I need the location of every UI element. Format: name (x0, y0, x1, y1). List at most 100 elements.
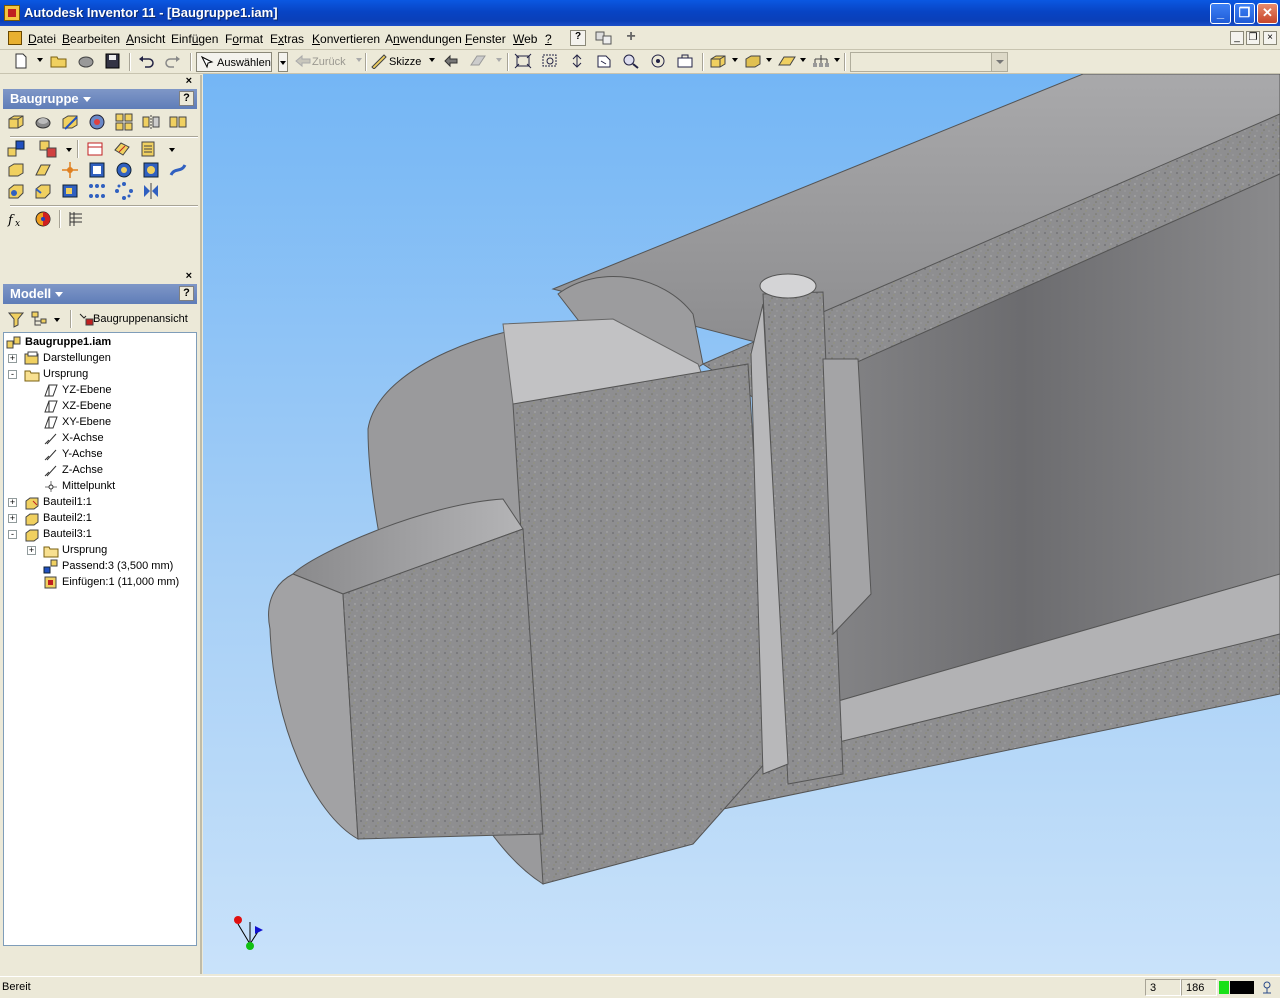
rectangular-pattern-icon[interactable] (88, 182, 106, 200)
bom-dropdown[interactable] (169, 148, 175, 152)
assembly-view-label[interactable]: Baugruppenansicht (93, 313, 188, 325)
constraint-dropdown[interactable] (66, 148, 72, 152)
bom-icon[interactable] (140, 140, 158, 158)
browser-view-icon[interactable] (30, 310, 48, 328)
menu-item[interactable]: Extras (270, 32, 304, 46)
section-dropdown[interactable] (834, 58, 840, 62)
model-panel-header[interactable]: Modell ? (3, 284, 197, 304)
zoom-selected-icon[interactable] (622, 53, 642, 71)
tree-node[interactable]: Passend:3 (3,500 mm) (4, 559, 194, 575)
bill-of-materials-icon[interactable] (67, 210, 85, 228)
menu-item[interactable]: Bearbeiten (62, 32, 120, 46)
move-component-icon[interactable] (86, 140, 104, 158)
help-icon[interactable]: ? (570, 30, 586, 46)
assembly-panel-caret[interactable] (83, 97, 91, 102)
tree-node[interactable]: + Ursprung (4, 543, 194, 559)
create-component-icon[interactable] (61, 113, 79, 131)
sketch-icon[interactable] (370, 53, 388, 71)
mirror-feature-icon[interactable] (142, 182, 160, 200)
model-help-button[interactable]: ? (179, 286, 194, 301)
expand-icon[interactable]: + (8, 354, 17, 363)
add-icon[interactable]: + (623, 29, 639, 46)
redo-icon[interactable] (164, 53, 184, 71)
color-style-icon[interactable] (34, 210, 52, 228)
tree-node[interactable]: XY-Ebene (4, 415, 194, 431)
copy-component-icon[interactable] (169, 113, 187, 131)
fillet-icon[interactable] (7, 182, 25, 200)
menu-item[interactable]: Web (513, 32, 537, 46)
expand-icon[interactable]: + (8, 514, 17, 523)
tree-node[interactable]: - Ursprung (4, 367, 194, 383)
inventor-app-icon[interactable] (4, 5, 20, 21)
tree-node[interactable]: YZ-Ebene (4, 383, 194, 399)
place-content-center-icon[interactable] (34, 113, 52, 131)
menu-item[interactable]: Anwendungen (385, 32, 462, 46)
menu-item[interactable]: ? (545, 32, 552, 46)
rotate-icon[interactable] (649, 53, 669, 71)
chamfer-feature-icon[interactable] (34, 182, 52, 200)
help-topics-icon[interactable] (595, 30, 613, 46)
assembly-help-button[interactable]: ? (179, 91, 194, 106)
shadow-icon[interactable] (778, 53, 798, 71)
tree-node[interactable]: - Bauteil3:1 (4, 527, 194, 543)
sketch-dropdown-arrow[interactable] (429, 58, 435, 62)
extrude-icon[interactable] (7, 161, 25, 179)
place-component-icon[interactable] (7, 113, 25, 131)
model-panel-caret[interactable] (55, 292, 63, 297)
mirror-component-icon[interactable] (142, 113, 160, 131)
menu-item[interactable]: Format (225, 32, 263, 46)
new-dropdown-arrow[interactable] (37, 58, 43, 62)
material-icon[interactable] (469, 53, 489, 71)
pattern-component-icon[interactable] (115, 113, 133, 131)
menu-item[interactable]: Datei (28, 32, 56, 46)
display-mode-dropdown[interactable] (732, 58, 738, 62)
mdi-close-button[interactable]: × (1263, 31, 1277, 45)
sketch-label[interactable]: Skizze (389, 56, 421, 68)
model-panel-close[interactable]: × (186, 270, 192, 282)
tree-node[interactable]: Baugruppe1.iam (4, 335, 194, 351)
mdi-minimize-button[interactable]: _ (1230, 31, 1244, 45)
filter-icon[interactable] (7, 310, 25, 328)
sweep-icon[interactable] (169, 161, 187, 179)
shadow-dropdown[interactable] (800, 58, 806, 62)
tree-node[interactable]: Mittelpunkt (4, 479, 194, 495)
design-accelerator-icon[interactable] (88, 113, 106, 131)
tree-node[interactable]: X-Achse (4, 431, 194, 447)
replace-component-icon[interactable] (7, 140, 25, 158)
pattern-feature-icon[interactable] (61, 182, 79, 200)
graphics-viewport[interactable] (203, 74, 1280, 974)
camera-icon[interactable] (744, 53, 764, 71)
undo-icon[interactable] (137, 53, 157, 71)
project-icon[interactable] (77, 53, 97, 71)
tree-node[interactable]: Z-Achse (4, 463, 194, 479)
look-at-icon[interactable] (676, 53, 696, 71)
tree-node[interactable]: + Bauteil2:1 (4, 511, 194, 527)
zoom-icon[interactable] (568, 53, 588, 71)
select-dropdown[interactable] (278, 52, 288, 72)
constraint-icon[interactable] (39, 140, 57, 158)
open-folder-icon[interactable] (50, 53, 70, 71)
update-icon[interactable] (442, 53, 462, 71)
select-button[interactable]: Auswählen (196, 52, 272, 72)
save-icon[interactable] (104, 53, 124, 71)
new-file-icon[interactable] (12, 53, 32, 71)
close-button[interactable]: ✕ (1257, 3, 1278, 24)
zoom-window-icon[interactable] (541, 53, 561, 71)
rotate-component-icon[interactable] (113, 140, 131, 158)
tree-node[interactable]: XZ-Ebene (4, 399, 194, 415)
tree-node[interactable]: Einfügen:1 (11,000 mm) (4, 575, 194, 591)
expand-icon[interactable]: + (8, 498, 17, 507)
tree-node[interactable]: + Darstellungen (4, 351, 194, 367)
menu-item[interactable]: Fenster (465, 32, 506, 46)
hole-icon[interactable] (88, 161, 106, 179)
work-point-icon[interactable] (61, 161, 79, 179)
menu-item[interactable]: Konvertieren (312, 32, 380, 46)
browser-view-dropdown[interactable] (54, 318, 60, 322)
back-icon[interactable] (294, 53, 311, 71)
style-combo[interactable] (850, 52, 1008, 72)
chamfer-icon[interactable] (115, 161, 133, 179)
mdi-restore-button[interactable]: ❐ (1246, 31, 1260, 45)
menu-item[interactable]: Ansicht (126, 32, 165, 46)
style-combo-arrow[interactable] (991, 53, 1007, 71)
tree-node[interactable]: Y-Achse (4, 447, 194, 463)
